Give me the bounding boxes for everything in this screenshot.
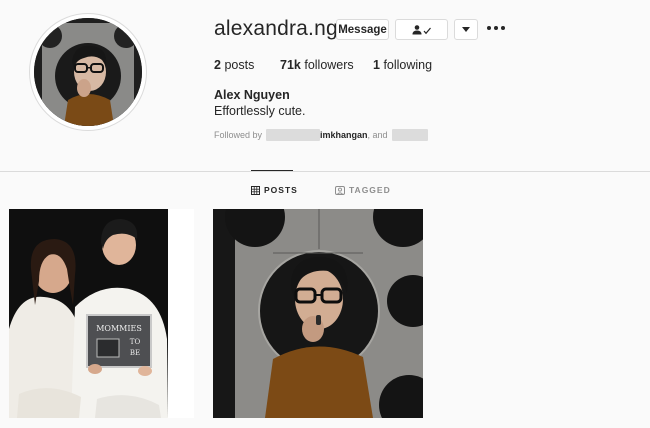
followers-stat[interactable]: 71k followers — [280, 58, 354, 72]
posts-label: posts — [224, 58, 255, 72]
active-tab-indicator — [251, 170, 293, 171]
tab-tagged[interactable]: TAGGED — [335, 185, 391, 195]
redacted-name — [391, 129, 428, 141]
profile-username: alexandra.ng — [214, 17, 338, 40]
sign-line-2: TO — [130, 338, 141, 346]
followers-label: followers — [304, 58, 354, 72]
tab-posts-label: POSTS — [264, 185, 298, 195]
post-thumbnail[interactable] — [213, 209, 423, 418]
grid-icon — [251, 185, 260, 195]
avatar[interactable] — [34, 18, 142, 126]
sign-line-3: BE — [130, 349, 140, 357]
followed-by-line[interactable]: Followed by imkhangan , and — [214, 129, 428, 141]
tab-tagged-label: TAGGED — [349, 185, 391, 195]
posts-count: 2 — [214, 58, 221, 72]
post-image — [213, 209, 423, 418]
tabs-divider — [0, 171, 650, 172]
dropdown-button[interactable] — [454, 19, 478, 40]
following-count: 1 — [373, 58, 380, 72]
caret-down-icon — [462, 27, 470, 32]
ellipsis-icon — [487, 26, 491, 30]
sign-line-1: MOMMIES — [96, 324, 142, 333]
following-stat[interactable]: 1 following — [373, 58, 432, 72]
posts-stat: 2 posts — [214, 58, 254, 72]
tab-posts[interactable]: POSTS — [251, 185, 298, 195]
post-image: MOMMIES TO BE — [9, 209, 194, 418]
followed-by-prefix: Followed by — [214, 130, 263, 140]
message-button[interactable]: Message — [336, 19, 389, 40]
following-button[interactable] — [395, 19, 448, 40]
followers-count: 71k — [280, 58, 301, 72]
person-check-icon — [412, 24, 431, 34]
avatar-image — [34, 18, 142, 126]
more-options-button[interactable] — [487, 21, 505, 35]
profile-full-name: Alex Nguyen — [214, 88, 290, 102]
following-label: following — [383, 58, 433, 72]
followed-by-name[interactable]: imkhangan — [320, 130, 368, 140]
post-thumbnail[interactable]: MOMMIES TO BE — [9, 209, 194, 418]
profile-bio: Effortlessly cute. — [214, 104, 306, 118]
redacted-name — [266, 129, 321, 141]
followed-by-mid: , and — [367, 130, 388, 140]
tag-icon — [335, 185, 345, 195]
